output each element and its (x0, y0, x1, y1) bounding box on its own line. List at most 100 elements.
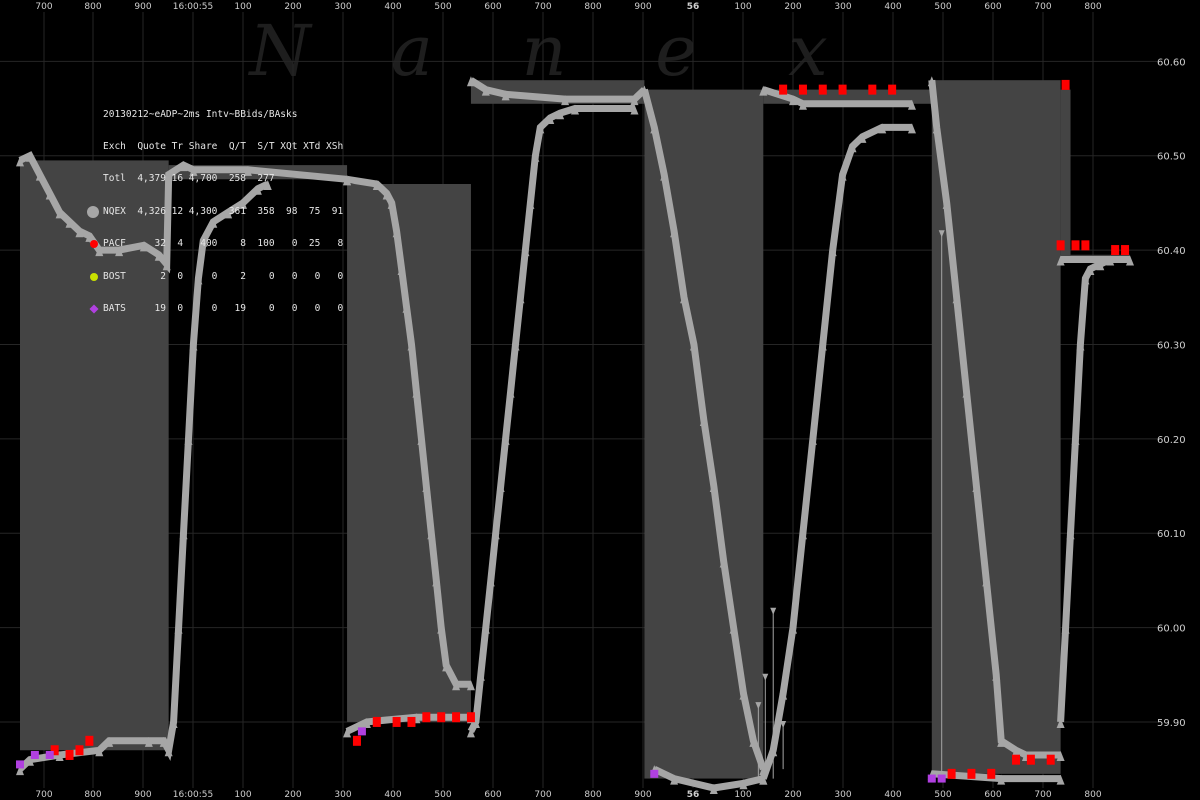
bost-marker-icon (90, 272, 98, 281)
pacf-quote-marker (987, 768, 996, 779)
x-tick-label-bottom: 16:00:55 (173, 790, 213, 800)
watermark-letter: e (655, 10, 696, 92)
x-tick-label-bottom: 500 (434, 790, 451, 800)
x-tick-label-bottom: 900 (634, 790, 651, 800)
x-tick-label-top: 500 (934, 2, 951, 12)
bats-quote-marker (16, 760, 24, 769)
pacf-quote-marker (1121, 245, 1130, 256)
y-tick-label: 60.00 (1157, 624, 1186, 635)
x-tick-label-bottom: 56 (687, 790, 700, 800)
pacf-quote-marker (65, 749, 74, 760)
x-tick-label-top: 400 (384, 2, 401, 12)
pacf-quote-marker (1111, 245, 1120, 256)
x-tick-label-top: 800 (84, 2, 101, 12)
y-tick-label: 60.10 (1157, 529, 1186, 540)
pacf-quote-marker (868, 84, 877, 95)
x-tick-label-bottom: 400 (884, 790, 901, 800)
pacf-quote-marker (1081, 240, 1090, 251)
x-tick-label-top: 700 (534, 2, 551, 12)
bats-quote-marker (927, 774, 936, 783)
pacf-quote-marker (888, 84, 897, 95)
chart-title: 20130212~eADP~2ms Intv~BBids/BAsks (103, 108, 298, 120)
x-tick-label-bottom: 100 (734, 790, 751, 800)
x-tick-label-bottom: 900 (134, 790, 151, 800)
legend-row-text: Totl 4,379 16 4,700 258 277 (103, 173, 344, 185)
pacf-quote-marker (1056, 240, 1065, 251)
pacf-quote-marker (407, 716, 416, 727)
x-tick-label-top: 600 (484, 2, 501, 12)
x-tick-label-top: 56 (687, 2, 700, 12)
pacf-quote-marker (1012, 754, 1021, 765)
pacf-quote-marker (352, 735, 361, 746)
watermark-letter: N (247, 10, 313, 92)
x-tick-label-top: 700 (35, 2, 52, 12)
x-tick-label-top: 100 (734, 2, 751, 12)
pacf-quote-marker (422, 712, 431, 723)
x-tick-label-top: 300 (334, 2, 351, 12)
x-tick-label-top: 800 (584, 2, 601, 12)
x-tick-label-top: 900 (134, 2, 151, 12)
x-tick-label-bottom: 700 (1034, 790, 1051, 800)
legend-row-totl: Totl 4,379 16 4,700 258 277 (103, 173, 344, 185)
y-tick-label: 60.40 (1157, 246, 1186, 257)
watermark-letter: n (521, 10, 566, 92)
watermark-letter: a (391, 10, 433, 92)
pacf-quote-marker (838, 84, 847, 95)
legend-row-text: NQEX 4,326 12 4,300 361 358 98 75 91 (103, 205, 344, 217)
bats-quote-marker (357, 727, 366, 736)
x-tick-label-bottom: 700 (534, 790, 551, 800)
legend-row-bost: BOST 2 0 0 2 0 0 0 0 (90, 270, 344, 283)
x-tick-label-bottom: 600 (484, 790, 501, 800)
x-tick-label-bottom: 400 (384, 790, 401, 800)
pacf-quote-marker (1061, 79, 1070, 90)
x-tick-label-bottom: 800 (584, 790, 601, 800)
x-tick-label-bottom: 300 (834, 790, 851, 800)
legend-row-text: BOST 2 0 0 2 0 0 0 0 (103, 270, 344, 282)
spread-block (1060, 89, 1071, 260)
legend-row-pacf: PACF 32 4 400 8 100 0 25 8 (90, 238, 344, 250)
pacf-quote-marker (818, 84, 827, 95)
pacf-quote-marker (1026, 754, 1035, 765)
legend-row-text: PACF 32 4 400 8 100 0 25 8 (103, 238, 344, 250)
x-tick-label-top: 700 (1034, 2, 1051, 12)
x-tick-label-top: 200 (284, 2, 301, 12)
legend-table: 20130212~eADP~2ms Intv~BBids/BAsks Exch … (87, 88, 344, 326)
pacf-quote-marker (466, 712, 475, 723)
x-tick-label-top: 500 (434, 2, 451, 12)
x-tick-label-top: 800 (1084, 2, 1101, 12)
x-tick-label-bottom: 300 (334, 790, 351, 800)
pacf-quote-marker (85, 735, 94, 746)
y-tick-label: 60.60 (1157, 57, 1186, 68)
pacf-quote-marker (452, 712, 461, 723)
x-tick-label-bottom: 800 (1084, 790, 1101, 800)
legend-row-text: BATS 19 0 0 19 0 0 0 0 (103, 302, 344, 314)
x-tick-label-top: 300 (834, 2, 851, 12)
y-tick-label: 60.50 (1157, 152, 1186, 163)
pacf-quote-marker (779, 84, 788, 95)
y-tick-label: 59.90 (1157, 718, 1186, 729)
x-tick-label-top: 900 (634, 2, 651, 12)
bats-quote-marker (650, 769, 659, 778)
x-tick-label-bottom: 200 (284, 790, 301, 800)
x-tick-label-bottom: 600 (984, 790, 1001, 800)
y-tick-label: 60.20 (1157, 435, 1186, 446)
x-tick-label-top: 100 (234, 2, 251, 12)
pacf-quote-marker (372, 716, 381, 727)
x-tick-label-bottom: 100 (234, 790, 251, 800)
pacf-quote-marker (1046, 754, 1055, 765)
pacf-quote-marker (967, 768, 976, 779)
x-tick-label-top: 16:00:55 (173, 2, 213, 12)
pacf-quote-marker (1071, 240, 1080, 251)
legend-header-row: Exch Quote Tr Share Q/T S/T XQt XTd XSh (103, 141, 343, 153)
pacf-quote-marker (947, 768, 956, 779)
legend-title: 20130212~eADP~2ms Intv~BBids/BAsks (103, 108, 343, 121)
x-tick-label-top: 600 (984, 2, 1001, 12)
x-tick-label-top: 400 (884, 2, 901, 12)
legend-row-bats: BATS 19 0 0 19 0 0 0 0 (89, 302, 344, 315)
x-tick-label-bottom: 500 (934, 790, 951, 800)
pacf-quote-marker (798, 84, 807, 95)
pacf-quote-marker (437, 712, 446, 723)
nqex-marker-icon (87, 205, 99, 218)
y-tick-label: 60.30 (1157, 340, 1186, 351)
pacf-quote-marker (75, 745, 84, 756)
